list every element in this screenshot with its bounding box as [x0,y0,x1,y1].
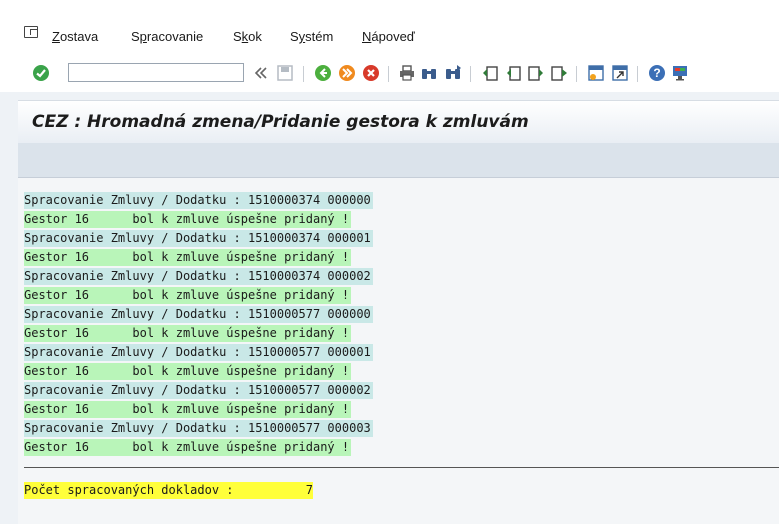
exit-icon[interactable] [338,64,356,82]
menu-item-spracovanie[interactable]: Spracovanie [131,29,203,44]
success-line: Gestor 16 bol k zmluve úspešne pridaný ! [24,363,352,380]
processing-line: Spracovanie Zmluvy / Dodatku : 151000057… [24,344,373,361]
system-menu-icon[interactable] [24,26,38,38]
generate-shortcut-icon[interactable] [611,64,629,82]
processing-line: Spracovanie Zmluvy / Dodatku : 151000037… [24,192,373,209]
processing-line: Spracovanie Zmluvy / Dodatku : 151000057… [24,382,373,399]
menu-item-napoved[interactable]: Nápoveď [362,29,415,44]
success-line: Gestor 16 bol k zmluve úspešne pridaný ! [24,211,352,228]
first-page-icon[interactable] [481,64,499,82]
processing-line: Spracovanie Zmluvy / Dodatku : 151000037… [24,230,373,247]
create-session-icon[interactable] [587,64,605,82]
menu-item-skok[interactable]: Skok [233,29,262,44]
enter-check-icon[interactable] [32,64,50,82]
page-title: CEZ : Hromadná zmena/Pridanie gestora k … [32,112,529,132]
total-spacer [234,483,306,497]
success-line: Gestor 16 bol k zmluve úspešne pridaný ! [24,401,352,418]
find-icon[interactable] [420,64,438,82]
processing-line: Spracovanie Zmluvy / Dodatku : 151000057… [24,306,373,323]
cancel-icon[interactable] [362,64,380,82]
back-icon[interactable] [314,64,332,82]
success-line: Gestor 16 bol k zmluve úspešne pridaný ! [24,325,352,342]
separator-line [24,467,779,468]
svg-text:?: ? [653,66,660,80]
total-value: 7 [305,483,313,497]
application-toolbar [18,143,779,178]
success-line: Gestor 16 bol k zmluve úspešne pridaný ! [24,439,352,456]
save-icon[interactable] [276,64,294,82]
success-line: Gestor 16 bol k zmluve úspešne pridaný ! [24,287,352,304]
menu-item-system[interactable]: Systém [290,29,333,44]
help-icon[interactable]: ? [648,64,666,82]
success-line: Gestor 16 bol k zmluve úspešne pridaný ! [24,249,352,266]
collapse-icon[interactable] [252,64,270,82]
total-row: Počet spracovaných dokladov : 7 [24,482,313,499]
last-page-icon[interactable] [550,64,568,82]
menu-item-zostava[interactable]: Zostava [52,29,98,44]
print-icon[interactable] [398,64,416,82]
customize-layout-icon[interactable] [671,64,689,82]
menu-bar: Zostava Spracovanie Skok Systém Nápoveď [0,0,779,56]
command-field[interactable] [68,63,244,82]
report-output: Spracovanie Zmluvy / Dodatku : 151000037… [18,178,779,524]
title-bar: CEZ : Hromadná zmena/Pridanie gestora k … [18,100,779,144]
processing-line: Spracovanie Zmluvy / Dodatku : 151000037… [24,268,373,285]
find-next-icon[interactable] [444,64,462,82]
next-page-icon[interactable] [527,64,545,82]
total-label: Počet spracovaných dokladov : [24,483,234,497]
processing-line: Spracovanie Zmluvy / Dodatku : 151000057… [24,420,373,437]
previous-page-icon[interactable] [504,64,522,82]
